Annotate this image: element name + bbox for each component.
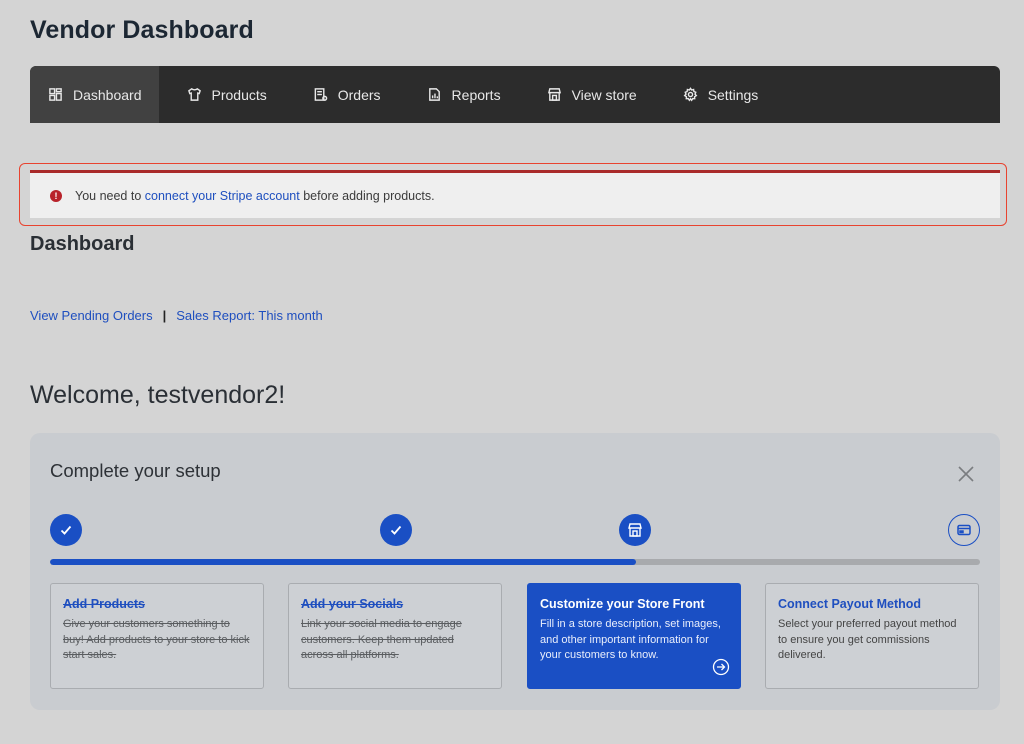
close-setup-button[interactable] xyxy=(955,463,977,485)
receipt-icon xyxy=(314,88,328,101)
report-icon xyxy=(428,88,440,101)
step-2-check-icon xyxy=(380,514,412,546)
quick-links: View Pending Orders | Sales Report: This… xyxy=(30,308,323,323)
stripe-warning-notice: ! You need to connect your Stripe accoun… xyxy=(30,170,1000,218)
nav-item-reports[interactable]: Reports xyxy=(409,66,519,123)
nav-item-products[interactable]: Products xyxy=(169,66,285,123)
step-card-customize-store[interactable]: Customize your Store Front Fill in a sto… xyxy=(527,583,741,689)
step-4-card-icon xyxy=(948,514,980,546)
nav-label-reports: Reports xyxy=(451,86,501,103)
nav-item-orders[interactable]: Orders xyxy=(295,66,399,123)
step-card-add-socials[interactable]: Add your Socials Link your social media … xyxy=(288,583,502,689)
step-card-desc: Fill in a store description, set images,… xyxy=(540,618,721,661)
page-title: Vendor Dashboard xyxy=(30,16,254,44)
step-card-title: Add Products xyxy=(63,597,145,611)
grid-icon xyxy=(49,88,62,101)
step-card-connect-payout[interactable]: Connect Payout Method Select your prefer… xyxy=(765,583,979,689)
notice-suffix: before adding products. xyxy=(303,188,435,203)
step-card-title: Customize your Store Front xyxy=(540,597,705,611)
notice-prefix: You need to xyxy=(75,188,142,203)
setup-panel: Complete your setup Add Products Give yo… xyxy=(30,433,1000,710)
nav-label-view-store: View store xyxy=(571,86,637,103)
nav-label-dashboard: Dashboard xyxy=(73,86,142,103)
connect-stripe-link[interactable]: connect your Stripe account xyxy=(145,189,300,203)
nav-item-settings[interactable]: Settings xyxy=(665,66,777,123)
view-pending-orders-link[interactable]: View Pending Orders xyxy=(30,308,153,323)
step-1-check-icon xyxy=(50,514,82,546)
welcome-heading: Welcome, testvendor2! xyxy=(30,381,286,409)
shirt-icon xyxy=(187,88,201,101)
error-icon: ! xyxy=(50,189,62,202)
sales-report-link[interactable]: Sales Report: This month xyxy=(176,308,322,323)
setup-title: Complete your setup xyxy=(50,460,221,481)
step-card-title: Add your Socials xyxy=(301,597,404,611)
step-card-title: Connect Payout Method xyxy=(778,597,922,611)
nav-label-settings: Settings xyxy=(707,86,759,103)
step-card-desc: Link your social media to engage custome… xyxy=(301,618,462,661)
close-icon xyxy=(958,466,974,482)
step-card-desc: Select your preferred payout method to e… xyxy=(778,618,957,661)
setup-progress-bar xyxy=(50,559,980,565)
nav-label-products: Products xyxy=(211,86,267,103)
setup-progress-fill xyxy=(50,559,636,565)
link-separator: | xyxy=(162,308,167,323)
arrow-right-circle-icon[interactable] xyxy=(712,658,730,676)
step-card-desc: Give your customers something to buy! Ad… xyxy=(63,618,250,661)
main-nav: Dashboard Products Orders Reports View s… xyxy=(30,66,1000,123)
store-icon xyxy=(547,88,561,101)
nav-item-dashboard[interactable]: Dashboard xyxy=(30,66,159,123)
gear-icon xyxy=(683,87,698,102)
step-card-add-products[interactable]: Add Products Give your customers somethi… xyxy=(50,583,264,689)
nav-item-view-store[interactable]: View store xyxy=(529,66,655,123)
nav-label-orders: Orders xyxy=(337,86,381,103)
notice-text: You need to connect your Stripe account … xyxy=(75,189,435,203)
section-title: Dashboard xyxy=(30,233,135,255)
step-3-store-icon xyxy=(619,514,651,546)
